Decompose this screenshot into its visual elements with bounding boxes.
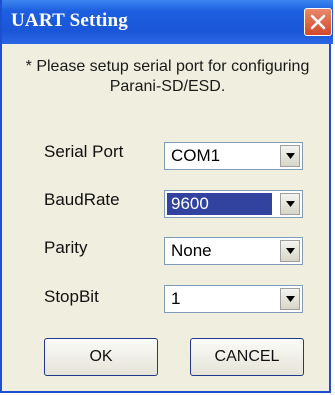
serial-port-value: COM1 [171, 146, 221, 165]
chevron-down-icon [286, 248, 295, 254]
serial-port-label: Serial Port [44, 142, 124, 161]
serial-port-select[interactable]: COM1 [164, 142, 303, 170]
stopbit-value: 1 [171, 289, 181, 308]
baudrate-dropdown-button[interactable] [280, 193, 300, 215]
baudrate-value: 9600 [167, 193, 272, 215]
parity-value: None [171, 241, 212, 260]
window-title: UART Setting [11, 10, 128, 31]
chevron-down-icon [286, 296, 295, 302]
title-bar[interactable]: UART Setting [2, 0, 333, 44]
chevron-down-icon [286, 153, 295, 159]
close-icon [310, 14, 326, 30]
parity-label: Parity [44, 238, 88, 257]
ok-button[interactable]: OK [44, 338, 158, 376]
serial-port-dropdown-button[interactable] [280, 145, 300, 167]
stopbit-dropdown-button[interactable] [280, 288, 300, 310]
stopbit-label: StopBit [44, 287, 99, 306]
chevron-down-icon [286, 201, 295, 207]
close-button[interactable] [304, 8, 332, 36]
cancel-button[interactable]: CANCEL [190, 338, 304, 376]
baudrate-select[interactable]: 9600 [164, 190, 303, 218]
uart-setting-dialog: UART Setting * Please setup serial port … [0, 0, 333, 393]
parity-select[interactable]: None [164, 237, 303, 265]
parity-dropdown-button[interactable] [280, 240, 300, 262]
baudrate-label: BaudRate [44, 190, 120, 209]
instruction-text: * Please setup serial port for configuri… [25, 58, 310, 95]
stopbit-select[interactable]: 1 [164, 285, 303, 313]
